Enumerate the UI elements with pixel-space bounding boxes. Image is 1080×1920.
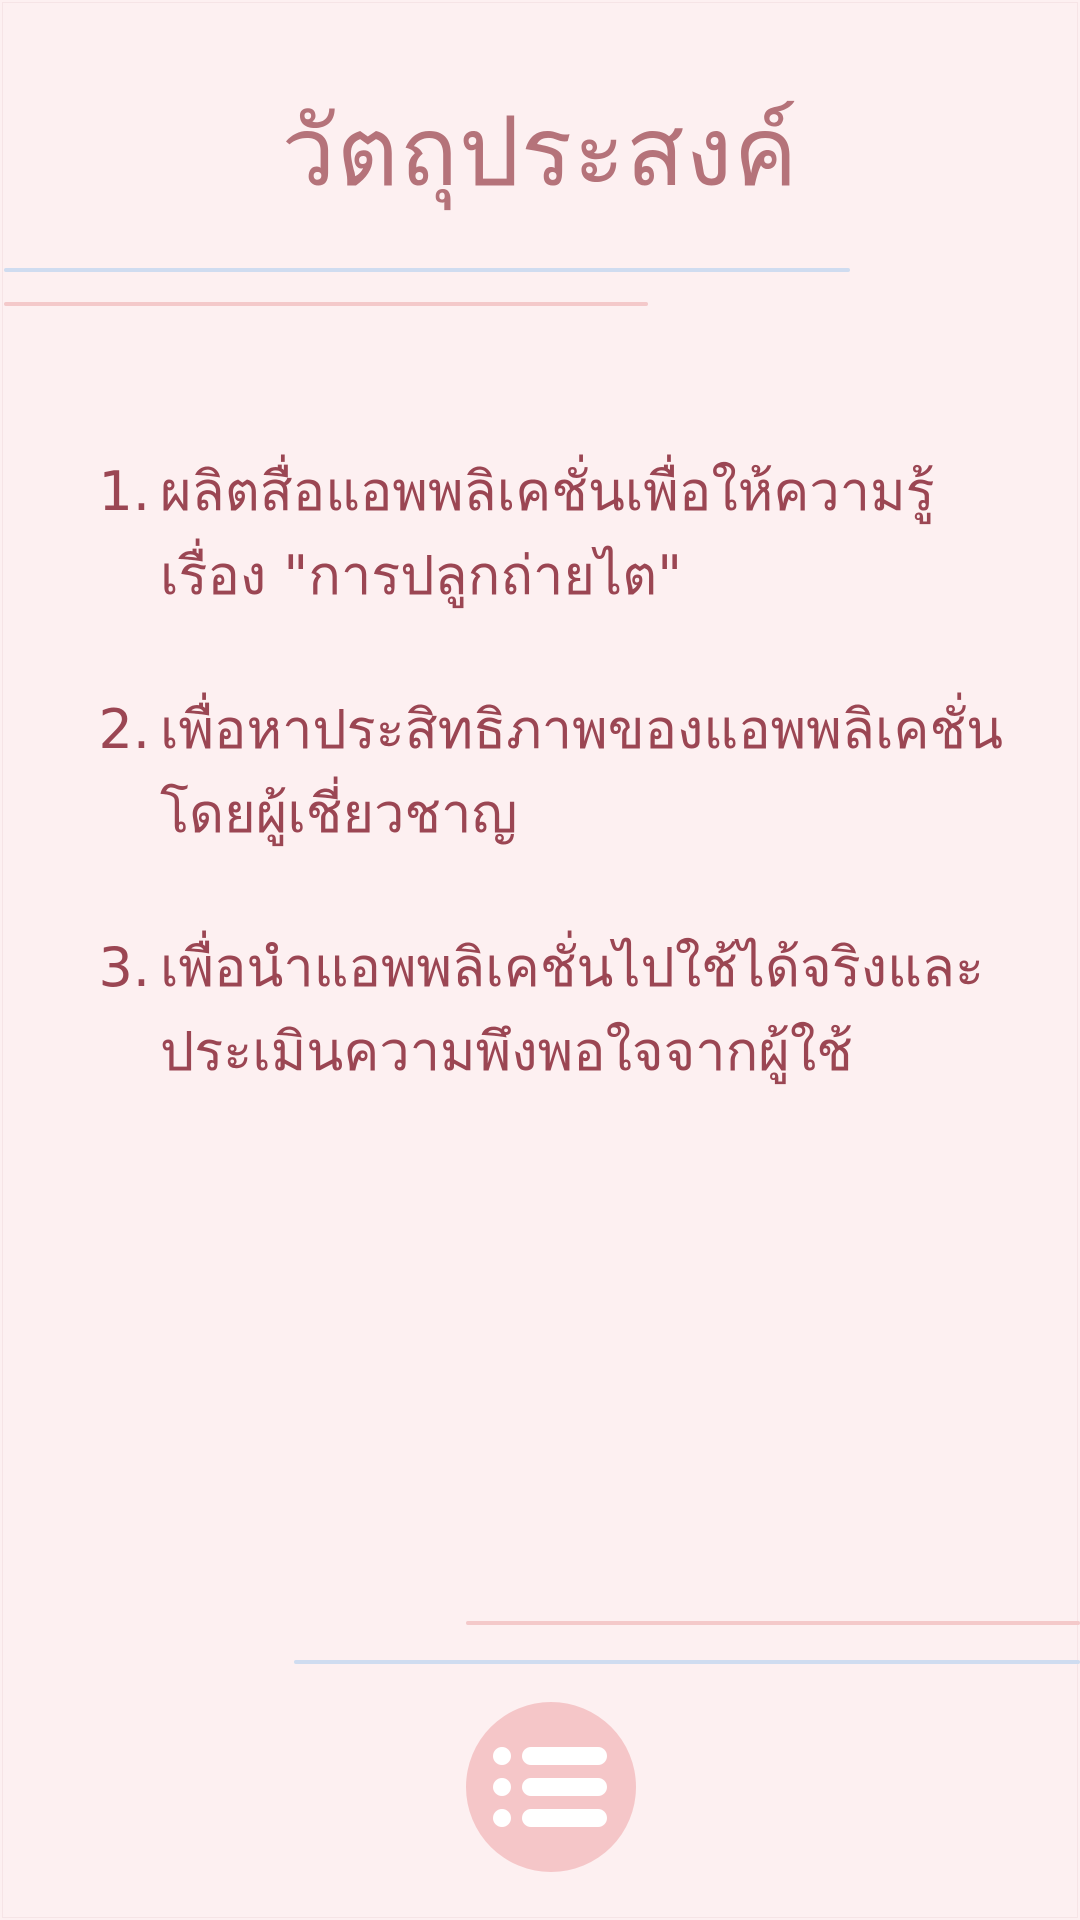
page-title: วัตถุประสงค์ bbox=[281, 96, 799, 208]
objective-text: เพื่อหาประสิทธิภาพของแอพพลิเคชั่น โดยผู้… bbox=[160, 688, 1040, 856]
objective-text: ผลิตสื่อแอพพลิเคชั่นเพื่อให้ความรู้ เรื่… bbox=[160, 450, 1040, 618]
objective-number: 2. bbox=[98, 698, 150, 761]
top-divider-blue bbox=[4, 268, 850, 272]
menu-button[interactable] bbox=[466, 1702, 636, 1872]
objective-number: 1. bbox=[98, 460, 150, 523]
menu-list-icon bbox=[493, 1747, 607, 1827]
objective-text-line: เรื่อง "การปลูกถ่ายไต" bbox=[160, 544, 683, 607]
objective-text: เพื่อนำแอพพลิเคชั่นไปใช้ได้จริงและ ประเม… bbox=[160, 926, 1040, 1094]
bottom-divider-blue bbox=[294, 1660, 1080, 1664]
objective-number: 3. bbox=[98, 936, 150, 999]
objective-text-line: เพื่อหาประสิทธิภาพของแอพพลิเคชั่น bbox=[160, 698, 1004, 761]
objective-text-line: โดยผู้เชี่ยวชาญ bbox=[160, 782, 518, 845]
objective-text-line: ประเมินความพึงพอใจจากผู้ใช้ bbox=[160, 1020, 853, 1083]
objective-text-line: ผลิตสื่อแอพพลิเคชั่นเพื่อให้ความรู้ bbox=[160, 460, 935, 523]
top-divider-pink bbox=[4, 302, 648, 306]
objective-text-line: เพื่อนำแอพพลิเคชั่นไปใช้ได้จริงและ bbox=[160, 936, 984, 999]
bottom-divider-pink bbox=[466, 1621, 1080, 1625]
